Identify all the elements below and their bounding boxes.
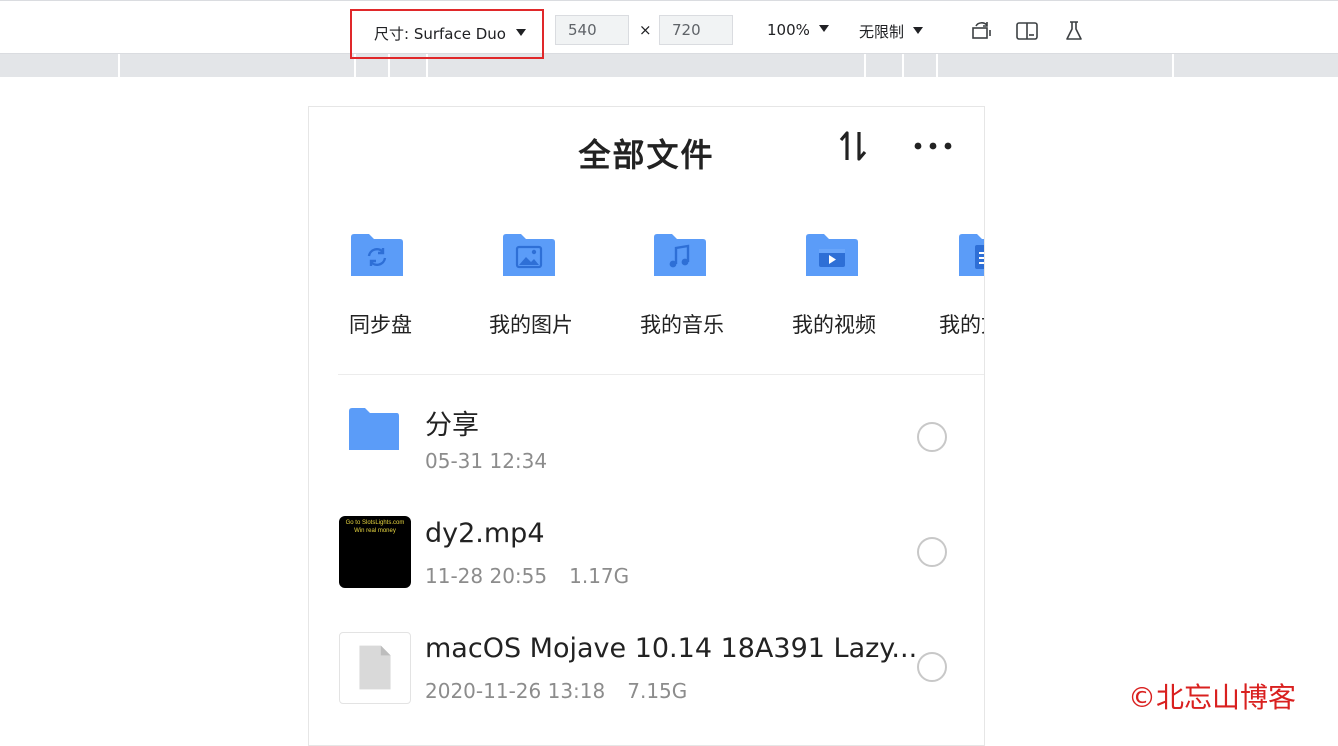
chevron-down-icon	[913, 27, 924, 34]
select-checkbox[interactable]	[917, 422, 947, 452]
file-meta: 11-28 20:55 1.17G	[425, 564, 629, 588]
throttle-dropdown[interactable]: 无限制	[859, 21, 924, 42]
file-name: 分享	[425, 410, 479, 441]
file-row[interactable]: macOS Mojave 10.14 18A391 Lazy... 2020-1…	[309, 619, 984, 719]
ruler-tick	[1172, 54, 1174, 77]
category-label: 同步盘	[349, 313, 412, 337]
page-title: 全部文件	[578, 136, 715, 174]
file-row[interactable]: Go to SlotsLights.com Win real money dy2…	[309, 504, 984, 604]
music-folder-icon	[654, 234, 706, 276]
select-checkbox[interactable]	[917, 537, 947, 567]
chevron-down-icon	[516, 29, 526, 36]
file-name: macOS Mojave 10.14 18A391 Lazy...	[425, 633, 918, 664]
media-query-ruler	[0, 54, 1338, 77]
image-folder-icon	[503, 234, 555, 276]
thumbnail-text: Go to SlotsLights.com Win real money	[339, 519, 411, 535]
ruler-tick	[902, 54, 904, 77]
experiments-flask-icon[interactable]	[1062, 20, 1086, 42]
ruler-tick	[118, 54, 120, 77]
category-my-documents[interactable]: 我的文	[917, 227, 984, 347]
file-date: 11-28 20:55	[425, 564, 548, 588]
file-size: 1.17G	[569, 564, 630, 588]
category-label: 我的文	[939, 313, 984, 337]
chevron-down-icon	[818, 25, 829, 32]
category-my-pictures[interactable]: 我的图片	[461, 227, 581, 347]
more-options-icon[interactable]	[913, 140, 953, 152]
file-date: 05-31 12:34	[425, 449, 548, 473]
file-size: 7.15G	[627, 679, 688, 703]
file-name: dy2.mp4	[425, 518, 545, 549]
width-input[interactable]: 540	[555, 15, 629, 45]
video-thumbnail: Go to SlotsLights.com Win real money	[339, 516, 411, 588]
dimensions-label: 尺寸: Surface Duo	[374, 25, 506, 43]
dual-screen-icon[interactable]	[1015, 20, 1039, 42]
folder-icon	[349, 408, 399, 450]
file-meta: 2020-11-26 13:18 7.15G	[425, 679, 687, 703]
category-label: 我的视频	[792, 313, 876, 337]
file-meta: 05-31 12:34	[425, 449, 547, 473]
throttle-label: 无限制	[859, 23, 905, 41]
category-label: 我的图片	[489, 313, 573, 337]
zoom-dropdown[interactable]: 100%	[767, 21, 829, 39]
sort-icon[interactable]	[837, 129, 871, 163]
thumbnail-line: Win real money	[354, 528, 396, 534]
times-symbol: ×	[639, 21, 652, 39]
document-icon	[359, 645, 391, 690]
file-date: 2020-11-26 13:18	[425, 679, 606, 703]
category-sync-disk[interactable]: 同步盘	[309, 227, 429, 347]
file-icon	[339, 632, 411, 704]
ruler-tick	[864, 54, 866, 77]
dimensions-dropdown[interactable]: 尺寸: Surface Duo	[350, 9, 544, 59]
height-input[interactable]: 720	[659, 15, 733, 45]
zoom-label: 100%	[767, 21, 810, 39]
category-my-videos[interactable]: 我的视频	[764, 227, 884, 347]
category-my-music[interactable]: 我的音乐	[612, 227, 732, 347]
video-folder-icon	[806, 234, 858, 276]
file-row[interactable]: 分享 05-31 12:34	[309, 389, 984, 489]
category-label: 我的音乐	[640, 313, 724, 337]
sync-folder-icon	[351, 234, 403, 276]
watermark: ©北忘山博客	[1128, 681, 1297, 714]
document-folder-icon	[959, 234, 984, 276]
device-toolbar: 尺寸: Surface Duo 540 × 720 100% 无限制	[0, 0, 1338, 59]
ruler-tick	[936, 54, 938, 77]
section-divider	[338, 374, 984, 375]
thumbnail-line: Go to SlotsLights.com	[345, 520, 405, 526]
device-viewport: 全部文件 同步盘 我的图片 我的音乐 我的视频 我的 分享 05-31 12:3…	[308, 106, 985, 746]
select-checkbox[interactable]	[917, 652, 947, 682]
rotate-icon[interactable]	[970, 20, 994, 42]
